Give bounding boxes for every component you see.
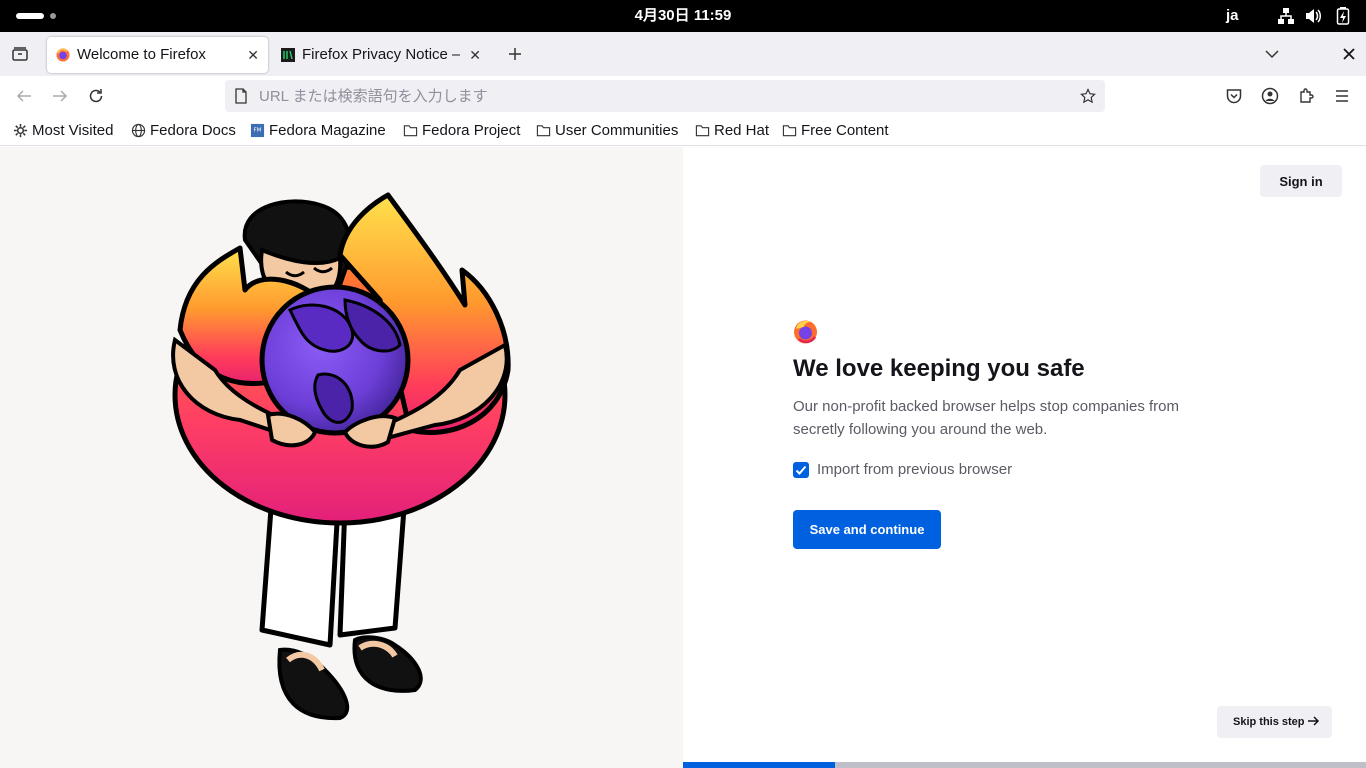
page-icon	[235, 88, 247, 104]
navigation-toolbar	[0, 76, 1366, 116]
bookmark-label: Fedora Project	[422, 122, 521, 139]
mozilla-icon	[281, 48, 295, 62]
system-clock[interactable]: 4月30日 11:59	[600, 0, 766, 32]
globe-icon	[131, 123, 146, 138]
firefox-icon	[56, 48, 70, 62]
close-tab-icon[interactable]: ✕	[247, 37, 259, 73]
folder-icon	[782, 125, 797, 137]
tab-title: Welcome to Firefox	[77, 46, 206, 63]
gear-icon	[13, 123, 28, 138]
page-title: We love keeping you safe	[793, 355, 1085, 382]
bookmark-red-hat[interactable]: Red Hat	[695, 116, 775, 146]
url-input[interactable]	[259, 80, 1059, 112]
import-checkbox[interactable]	[793, 462, 809, 478]
account-icon[interactable]	[1261, 87, 1279, 105]
input-language-indicator[interactable]: ja	[1226, 0, 1239, 32]
person-hugging-firefox-illustration	[171, 192, 511, 721]
folder-icon	[536, 125, 551, 137]
list-all-tabs-icon[interactable]	[1263, 45, 1281, 63]
workspace-indicator-active[interactable]	[16, 13, 44, 19]
extensions-icon[interactable]	[1297, 87, 1315, 105]
bookmark-label: Free Content	[801, 122, 889, 139]
bookmark-fedora-docs[interactable]: Fedora Docs	[131, 116, 241, 146]
onboarding-progress-bar	[683, 762, 1366, 768]
bookmark-label: User Communities	[555, 122, 679, 139]
network-icon[interactable]	[1277, 7, 1295, 25]
arrow-right-icon	[1308, 716, 1320, 726]
hamburger-menu-icon[interactable]	[1333, 87, 1351, 105]
bookmark-label: Red Hat	[714, 122, 770, 139]
tab-strip: Welcome to Firefox ✕ Firefox Privacy Not…	[0, 32, 1366, 76]
bookmark-label: Most Visited	[32, 122, 114, 139]
tab-welcome-to-firefox[interactable]: Welcome to Firefox ✕	[47, 37, 268, 73]
page-description: Our non-profit backed browser helps stop…	[793, 398, 1180, 438]
onboarding-progress-fill	[683, 762, 835, 768]
system-top-bar: 4月30日 11:59 ja	[0, 0, 1366, 32]
illustration-panel	[0, 147, 683, 768]
folder-icon	[403, 125, 418, 137]
pocket-icon[interactable]	[1225, 87, 1243, 105]
battery-icon[interactable]	[1334, 7, 1352, 25]
new-tab-icon[interactable]	[506, 45, 524, 63]
svg-text:FM: FM	[253, 127, 261, 133]
workspace-indicator[interactable]	[50, 13, 56, 19]
import-checkbox-label[interactable]: Import from previous browser	[817, 461, 1012, 478]
forward-arrow-icon[interactable]	[51, 87, 69, 105]
close-tab-icon[interactable]: ✕	[469, 37, 481, 73]
url-bar[interactable]	[225, 80, 1105, 112]
fedora-magazine-icon: FM	[250, 123, 265, 138]
save-and-continue-button[interactable]: Save and continue	[793, 510, 941, 549]
bookmark-free-content[interactable]: Free Content	[782, 116, 897, 146]
bookmark-label: Fedora Magazine	[269, 122, 386, 139]
close-window-icon[interactable]	[1340, 45, 1358, 63]
tab-firefox-privacy-notice[interactable]: Firefox Privacy Notice — Mozilla ✕	[272, 37, 490, 73]
bookmarks-toolbar: Most Visited Fedora Docs FM Fedora Magaz…	[0, 116, 1366, 146]
back-arrow-icon[interactable]	[15, 87, 33, 105]
onboarding-panel: Sign in We love keeping you safe Our non…	[683, 147, 1366, 768]
folder-icon	[695, 125, 710, 137]
bookmark-star-icon[interactable]	[1080, 88, 1096, 104]
volume-icon[interactable]	[1304, 7, 1322, 25]
sign-in-button[interactable]: Sign in	[1260, 165, 1342, 197]
bookmark-fedora-magazine[interactable]: FM Fedora Magazine	[250, 116, 395, 146]
reload-icon[interactable]	[87, 87, 105, 105]
skip-step-label: Skip this step	[1233, 716, 1305, 728]
skip-step-button[interactable]: Skip this step	[1217, 706, 1332, 738]
bookmark-label: Fedora Docs	[150, 122, 236, 139]
firefox-logo-icon	[794, 320, 817, 344]
tab-title: Firefox Privacy Notice — Mozilla	[302, 46, 460, 63]
bookmark-most-visited[interactable]: Most Visited	[13, 116, 123, 146]
checkmark-icon	[795, 465, 807, 475]
bookmark-fedora-project[interactable]: Fedora Project	[403, 116, 528, 146]
bookmark-user-communities[interactable]: User Communities	[536, 116, 686, 146]
firefox-view-icon[interactable]	[11, 45, 29, 63]
